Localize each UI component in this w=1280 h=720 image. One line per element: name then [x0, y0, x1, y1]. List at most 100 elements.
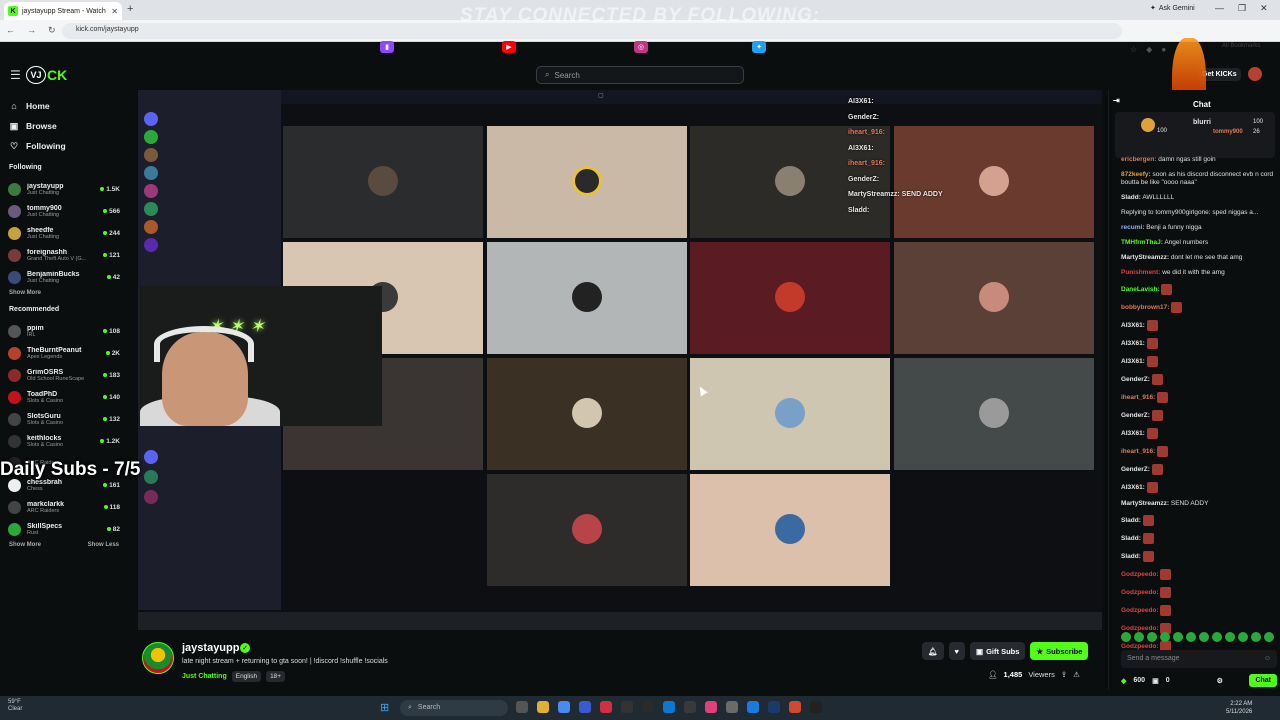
edge-icon[interactable]: [663, 701, 675, 713]
channel-item[interactable]: markclarkk ARC Raiders 118: [0, 496, 128, 518]
chat-message-input[interactable]: Send a message ☺: [1121, 650, 1277, 668]
taskbar-search[interactable]: ⌕ Search: [400, 700, 508, 716]
app-icon[interactable]: [579, 701, 591, 713]
channel-item[interactable]: GrimOSRS Old School RuneScape 183: [0, 364, 128, 386]
chat-username[interactable]: MartyStreamzz:: [1121, 500, 1169, 507]
emote-icon[interactable]: [1186, 632, 1196, 642]
category-link[interactable]: Just Chatting: [182, 673, 227, 680]
chat-username[interactable]: Sladd:: [1121, 517, 1141, 524]
settings-gear-icon[interactable]: ⚙: [1217, 677, 1223, 685]
emote-icon[interactable]: [1199, 632, 1209, 642]
channel-item[interactable]: ToadPhD Slots & Casino 140: [0, 386, 128, 408]
channel-item[interactable]: TheBurntPeanut Apex Legends 2K: [0, 342, 128, 364]
chat-username[interactable]: GenderZ:: [1121, 466, 1150, 473]
all-bookmarks[interactable]: All Bookmarks: [1222, 43, 1260, 49]
emote-icon[interactable]: [1147, 632, 1157, 642]
show-less-recommended[interactable]: Show Less: [88, 542, 119, 548]
channel-item[interactable]: SkillSpecs Rust 82: [0, 518, 128, 540]
app-icon[interactable]: [642, 701, 654, 713]
emote-icon[interactable]: [1212, 632, 1222, 642]
extension-icon[interactable]: ◆: [1146, 45, 1152, 54]
close-window-icon[interactable]: ✕: [1260, 3, 1268, 14]
hamburger-menu-icon[interactable]: ☰: [10, 68, 21, 82]
chat-username[interactable]: AI3X61:: [1121, 340, 1145, 347]
weather-widget[interactable]: 59°F Clear: [8, 699, 22, 713]
star-icon[interactable]: ☆: [1130, 45, 1137, 54]
chat-username[interactable]: GenderZ:: [1121, 412, 1150, 419]
chat-username[interactable]: AI3X61:: [1121, 322, 1145, 329]
points-balance[interactable]: 0: [1166, 677, 1170, 684]
app-icon[interactable]: [789, 701, 801, 713]
nav-browse[interactable]: ▣ Browse: [0, 116, 128, 136]
channel-item[interactable]: jaystayupp Just Chatting 1.5K: [0, 178, 128, 200]
maximize-icon[interactable]: ❐: [1238, 3, 1246, 14]
follow-heart-button[interactable]: ♥: [948, 642, 965, 660]
tab-close-icon[interactable]: ✕: [111, 7, 118, 16]
channel-item[interactable]: foreignashh Grand Theft Auto V (G... 121: [0, 244, 128, 266]
nav-following[interactable]: ♡ Following: [0, 136, 128, 156]
chat-username[interactable]: GenderZ:: [1121, 376, 1150, 383]
task-view-icon[interactable]: [516, 701, 528, 713]
chat-username[interactable]: MartyStreamzz:: [1121, 254, 1169, 261]
show-more-recommended[interactable]: Show More: [9, 542, 41, 548]
language-tag[interactable]: English: [231, 671, 262, 682]
video-player[interactable]: ▢ ✶ ✶ ✶ AI3X61: GenderZ: iheart_916: AI3X61…: [138, 90, 1102, 630]
ask-gemini-button[interactable]: ✦ Ask Gemini: [1150, 4, 1195, 13]
chat-username[interactable]: iheart_916:: [1121, 394, 1155, 401]
chat-username[interactable]: ericbergen:: [1121, 156, 1156, 163]
steam-icon[interactable]: [768, 701, 780, 713]
kick-logo[interactable]: VJ CK: [26, 64, 67, 86]
chat-username[interactable]: Godzpeedo:: [1121, 589, 1159, 596]
emoji-picker-icon[interactable]: ☺: [1264, 655, 1271, 662]
channel-item[interactable]: BenjaminBucks Just Chatting 42: [0, 266, 128, 288]
emote-icon[interactable]: [1238, 632, 1248, 642]
nav-home[interactable]: ⌂ Home: [0, 96, 128, 116]
chat-username[interactable]: Punishment:: [1121, 269, 1160, 276]
emote-icon[interactable]: [1173, 632, 1183, 642]
chat-username[interactable]: AI3X61:: [1121, 358, 1145, 365]
subscribe-button[interactable]: ★ Subscribe: [1030, 642, 1089, 660]
chat-send-button[interactable]: Chat: [1249, 674, 1277, 687]
search-input[interactable]: ⌕ Search: [536, 66, 744, 84]
chat-username[interactable]: Sladd:: [1121, 535, 1141, 542]
channel-item[interactable]: SlotsGuru Slots & Casino 132: [0, 408, 128, 430]
user-avatar[interactable]: [1248, 67, 1262, 81]
kicks-balance[interactable]: 600: [1133, 677, 1145, 684]
emote-icon[interactable]: [1134, 632, 1144, 642]
new-tab-icon[interactable]: +: [127, 3, 133, 15]
chat-username[interactable]: AI3X61:: [1121, 430, 1145, 437]
app-icon[interactable]: [621, 701, 633, 713]
chat-username[interactable]: Godzpeedo:: [1121, 571, 1159, 578]
windows-start-icon[interactable]: ⊞: [380, 701, 389, 714]
app-icon[interactable]: [684, 701, 696, 713]
settings-icon[interactable]: [726, 701, 738, 713]
forward-icon[interactable]: →: [27, 25, 36, 36]
acrobat-icon[interactable]: [600, 701, 612, 713]
mature-tag[interactable]: 18+: [266, 671, 286, 682]
chat-username[interactable]: DaneLavish:: [1121, 286, 1160, 293]
chat-username[interactable]: Sladd:: [1121, 553, 1141, 560]
chat-username[interactable]: bobbybrown17:: [1121, 304, 1169, 311]
chat-username[interactable]: TMHfrmThaJ:: [1121, 239, 1163, 246]
chat-username[interactable]: AI3X61:: [1121, 484, 1145, 491]
minimize-icon[interactable]: —: [1215, 3, 1224, 14]
chat-username[interactable]: 872keefy:: [1121, 171, 1151, 178]
app-icon[interactable]: [705, 701, 717, 713]
gift-subs-button[interactable]: ▣ Gift Subs: [969, 642, 1026, 660]
emote-icon[interactable]: [1121, 632, 1131, 642]
emote-icon[interactable]: [1160, 632, 1170, 642]
app-icon[interactable]: [810, 701, 822, 713]
share-icon[interactable]: ⇪: [1061, 670, 1067, 679]
streamer-avatar[interactable]: [142, 642, 174, 674]
reload-icon[interactable]: ↻: [48, 25, 56, 36]
emote-icon[interactable]: [1264, 632, 1274, 642]
app-icon[interactable]: [747, 701, 759, 713]
channel-item[interactable]: tommy900 Just Chatting 566: [0, 200, 128, 222]
chat-username[interactable]: recumi:: [1121, 224, 1144, 231]
notification-bell-button[interactable]: 🔔︎: [922, 642, 944, 660]
channel-item[interactable]: keithlocks Slots & Casino 1.2K: [0, 430, 128, 452]
chat-username[interactable]: Godzpeedo:: [1121, 607, 1159, 614]
file-explorer-icon[interactable]: [537, 701, 549, 713]
chat-username[interactable]: iheart_916:: [1121, 448, 1155, 455]
channel-item[interactable]: sheedfe Just Chatting 244: [0, 222, 128, 244]
